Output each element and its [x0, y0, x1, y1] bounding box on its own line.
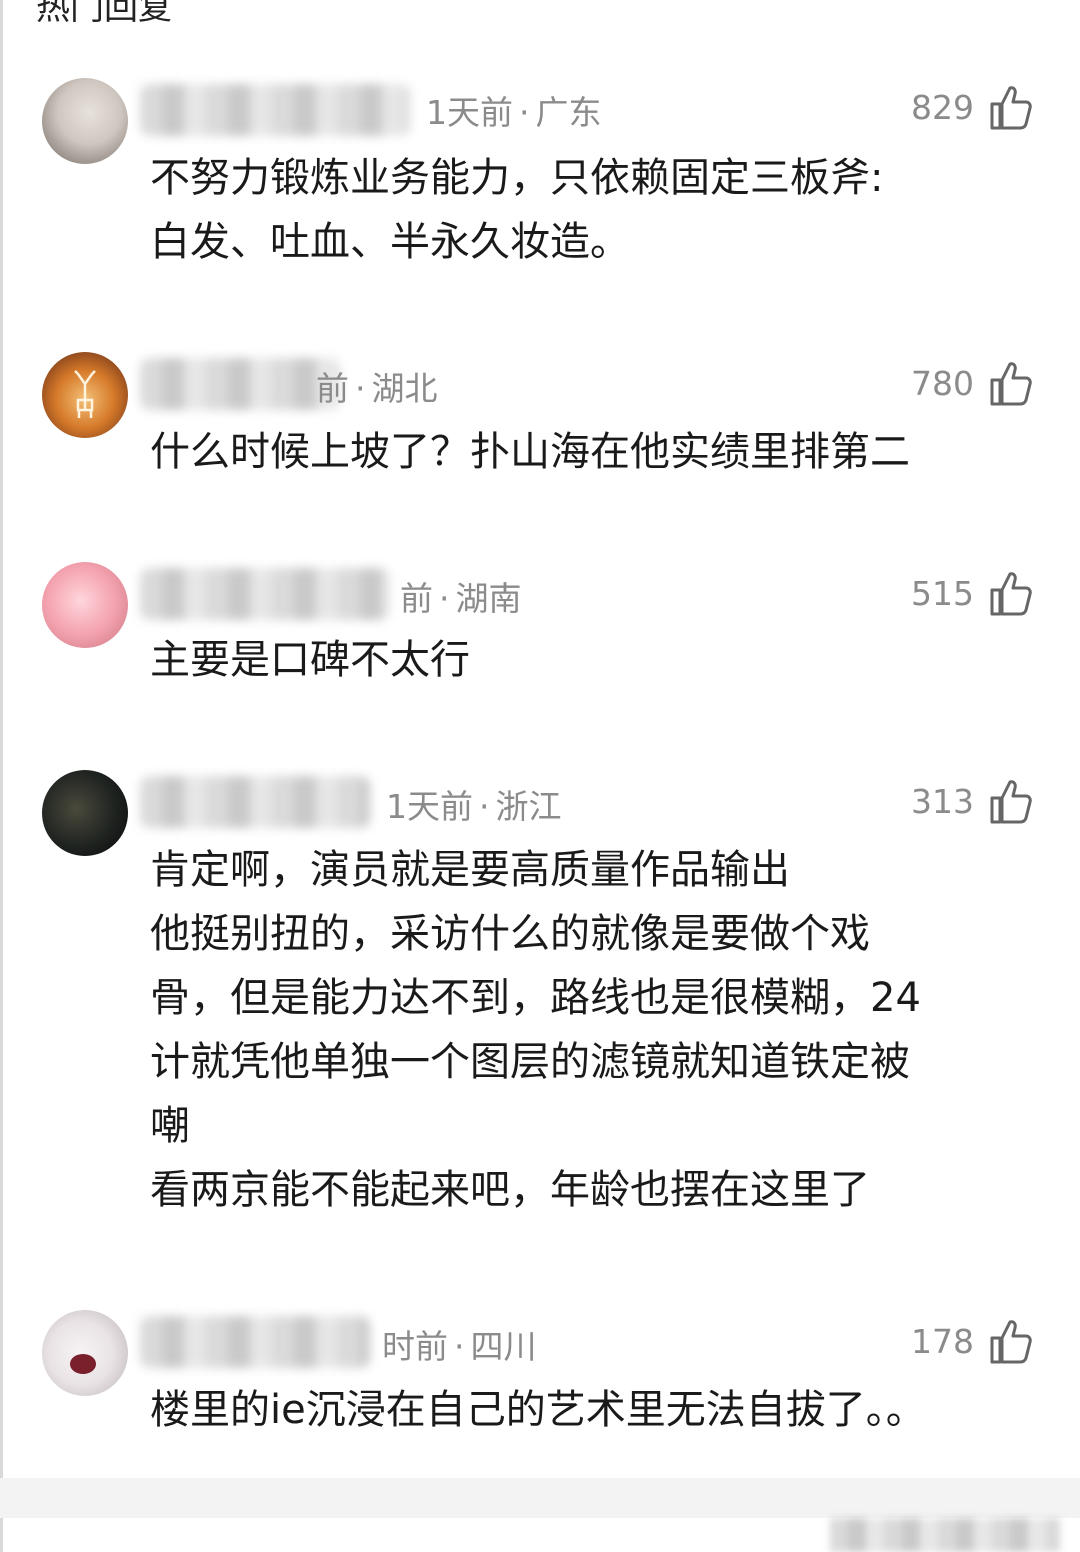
avatar-mark — [70, 1354, 96, 1374]
comment-text: 什么时候上坡了？扑山海在他实绩里排第二 — [150, 429, 910, 475]
comment-location: 浙江 — [495, 787, 562, 826]
comment-time: 前 — [316, 369, 349, 408]
comment-meta: 前 · 湖南 — [400, 579, 522, 618]
comment-time: 1天前 — [426, 93, 513, 132]
like-count: 313 — [911, 781, 974, 821]
comment-text: 主要是口碑不太行 — [150, 637, 470, 683]
like-count: 780 — [911, 363, 974, 403]
avatar[interactable] — [42, 78, 128, 164]
deer-icon — [74, 370, 96, 418]
thumbs-up-icon — [988, 84, 1032, 130]
comment-time: 1天前 — [386, 787, 473, 826]
username-blurred[interactable] — [140, 776, 370, 828]
comment-text: 肯定啊，演员就是要高质量作品输出 他挺别扭的，采访什么的就像是要做个戏 骨，但是… — [150, 847, 921, 1213]
comment-location: 湖南 — [455, 579, 522, 618]
like-button[interactable]: 780 — [911, 360, 1032, 406]
comment-meta: 1天前 · 浙江 — [386, 787, 562, 826]
thumbs-up-icon — [988, 1318, 1032, 1364]
username-blurred[interactable] — [140, 568, 390, 620]
comment-meta: 前 · 湖北 — [316, 369, 438, 408]
comment-meta: 时前 · 四川 — [382, 1327, 537, 1366]
comment-time: 前 — [400, 579, 433, 618]
thumbs-up-icon — [988, 360, 1032, 406]
comment-meta: 1天前 · 广东 — [426, 93, 602, 132]
avatar[interactable] — [42, 562, 128, 648]
like-button[interactable]: 178 — [911, 1318, 1032, 1364]
comment-location: 湖北 — [371, 369, 438, 408]
like-button[interactable]: 313 — [911, 778, 1032, 824]
avatar[interactable] — [42, 770, 128, 856]
like-count: 515 — [911, 573, 974, 613]
like-count: 178 — [911, 1321, 974, 1361]
thumbs-up-icon — [988, 570, 1032, 616]
comment-location: 四川 — [470, 1327, 537, 1366]
comment-time: 时前 — [382, 1327, 448, 1366]
footer-divider — [0, 1478, 1080, 1518]
footer-blurred-content — [830, 1518, 1060, 1552]
like-button[interactable]: 829 — [911, 84, 1032, 130]
page-edge — [0, 0, 3, 1552]
thumbs-up-icon — [988, 778, 1032, 824]
comment-location: 广东 — [535, 93, 602, 132]
comment-text: 楼里的ie沉浸在自己的艺术里无法自拔了。。 — [150, 1387, 926, 1433]
section-title: 热门回复 — [36, 0, 172, 28]
username-blurred[interactable] — [140, 84, 410, 136]
username-blurred[interactable] — [140, 358, 340, 410]
avatar[interactable] — [42, 352, 128, 438]
comment-text: 不努力锻炼业务能力，只依赖固定三板斧: 白发、吐血、半永久妆造。 — [150, 155, 884, 265]
username-blurred[interactable] — [140, 1316, 370, 1368]
like-button[interactable]: 515 — [911, 570, 1032, 616]
avatar[interactable] — [42, 1310, 128, 1396]
like-count: 829 — [911, 87, 974, 127]
